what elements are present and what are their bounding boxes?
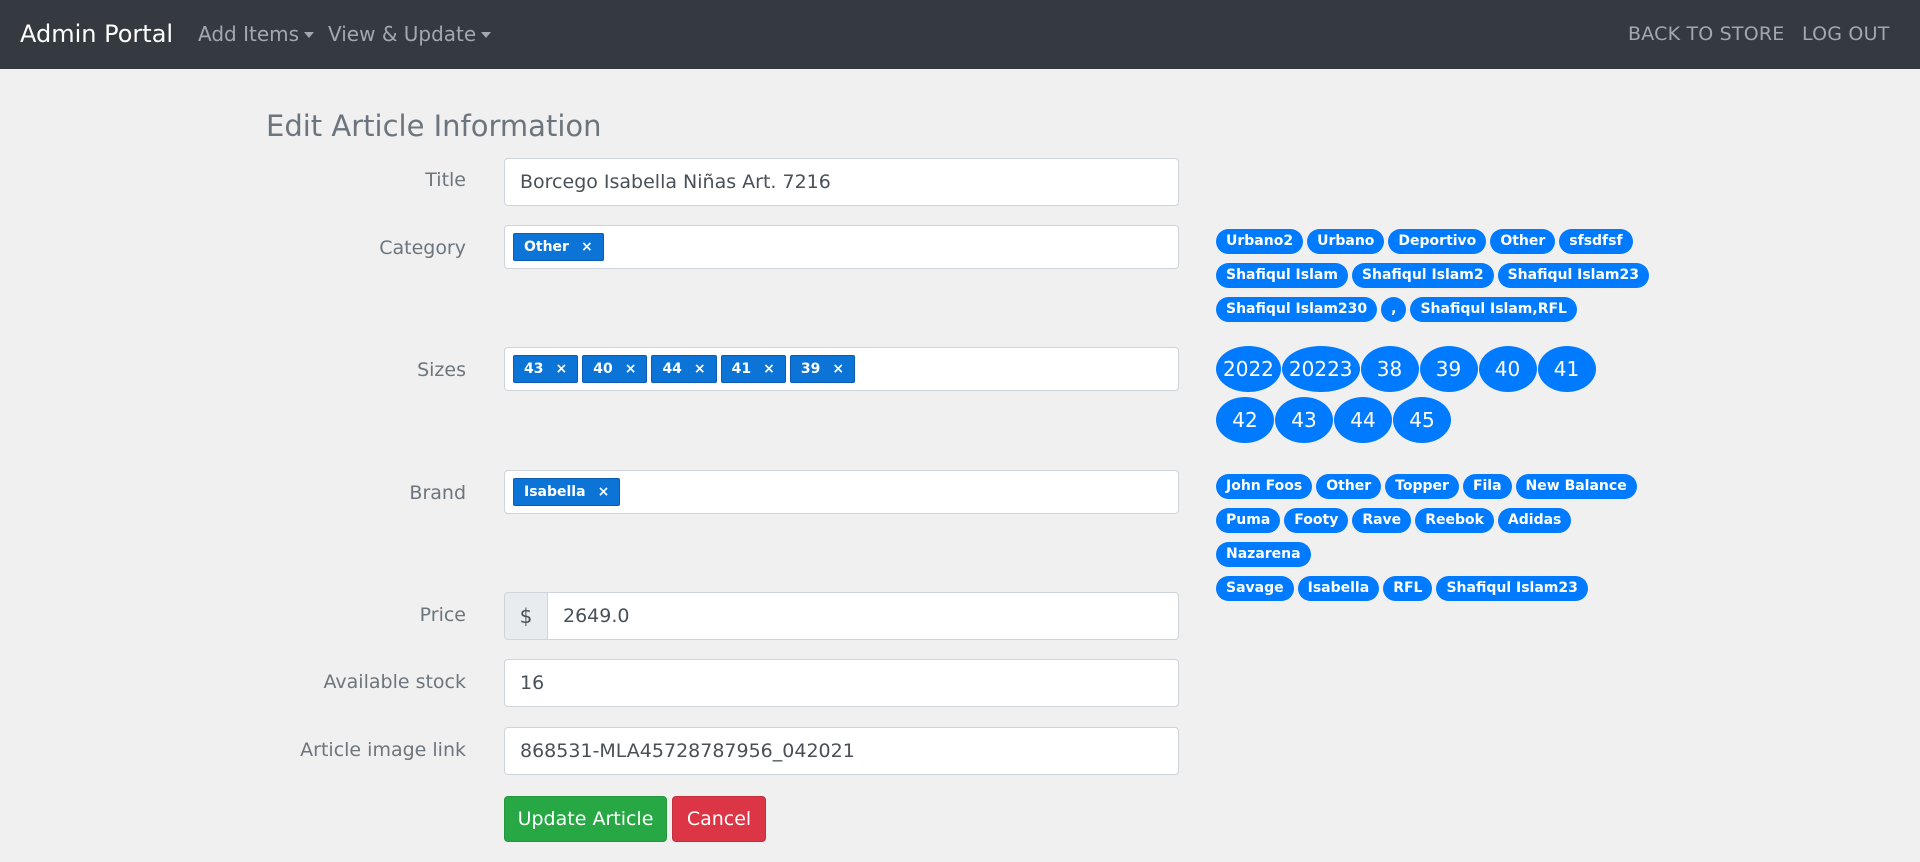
- category-pill[interactable]: Shafiqul Islam2: [1351, 263, 1494, 288]
- size-chip: 41 ×: [720, 355, 786, 383]
- brand-pill[interactable]: Reebok: [1415, 508, 1494, 533]
- stock-input[interactable]: 16: [504, 659, 1179, 707]
- caret-down-icon: [304, 32, 315, 38]
- size-option[interactable]: 38: [1360, 346, 1419, 392]
- remove-icon[interactable]: ×: [581, 234, 593, 260]
- image-link-input[interactable]: 868531-MLA45728787956_042021: [504, 727, 1179, 775]
- size-chip: 43 ×: [513, 355, 579, 383]
- navbar: Admin Portal Add Items View & Update BAC…: [0, 0, 1920, 69]
- brand-pill[interactable]: Savage: [1216, 576, 1294, 601]
- view-update-menu[interactable]: View & Update: [328, 22, 492, 46]
- chip-label: 44: [662, 361, 682, 377]
- brand-pill[interactable]: Shafiqul Islam23: [1436, 576, 1588, 601]
- category-pill[interactable]: Other: [1490, 229, 1556, 254]
- remove-icon[interactable]: ×: [763, 356, 775, 382]
- add-items-label: Add Items: [198, 22, 300, 46]
- size-option[interactable]: 43: [1275, 397, 1333, 443]
- price-input[interactable]: 2649.0: [547, 592, 1179, 640]
- caret-down-icon: [481, 32, 492, 38]
- brand-pill[interactable]: Fila: [1462, 474, 1512, 499]
- category-chip: Other ×: [513, 233, 604, 261]
- brand-pill[interactable]: RFL: [1383, 576, 1433, 601]
- brand-pill[interactable]: Adidas: [1497, 508, 1572, 533]
- brand-pill[interactable]: Footy: [1284, 508, 1349, 533]
- remove-icon[interactable]: ×: [832, 356, 844, 382]
- size-suggestions: 2022 20223 38 39 40 41 42 43 44 45: [1216, 346, 1656, 448]
- brand-pill[interactable]: Isabella: [1297, 576, 1380, 601]
- chip-label: Other: [524, 239, 569, 255]
- price-label: Price: [419, 604, 466, 626]
- back-to-store-link[interactable]: BACK TO STORE: [1628, 22, 1785, 46]
- category-suggestions: Urbano2 Urbano Deportivo Other sfsdfsf Shafi…: [1216, 229, 1656, 331]
- brand-tag-input[interactable]: Isabella ×: [504, 470, 1179, 514]
- category-pill[interactable]: sfsdfsf: [1559, 229, 1633, 254]
- category-pill[interactable]: Deportivo: [1388, 229, 1487, 254]
- remove-icon[interactable]: ×: [555, 356, 567, 382]
- category-pill[interactable]: Shafiqul Islam230: [1216, 297, 1378, 322]
- remove-icon[interactable]: ×: [598, 479, 610, 505]
- size-option[interactable]: 44: [1334, 397, 1392, 443]
- category-pill[interactable]: Shafiqul Islam: [1216, 263, 1348, 288]
- brand-pill[interactable]: Other: [1316, 474, 1382, 499]
- category-pill[interactable]: Shafiqul Islam23: [1497, 263, 1649, 288]
- brand-pill[interactable]: New Balance: [1515, 474, 1637, 499]
- brand-suggestions: John Foos Other Topper Fila New Balance Puma…: [1216, 474, 1656, 610]
- remove-icon[interactable]: ×: [625, 356, 637, 382]
- brand-pill[interactable]: John Foos: [1216, 474, 1313, 499]
- chip-label: Isabella: [524, 484, 586, 500]
- chip-label: 41: [731, 361, 752, 377]
- sizes-label: Sizes: [417, 359, 466, 381]
- size-option[interactable]: 39: [1419, 346, 1478, 392]
- title-label: Title: [425, 169, 466, 191]
- size-option[interactable]: 20223: [1281, 346, 1360, 392]
- add-items-menu[interactable]: Add Items: [198, 22, 315, 46]
- chip-label: 43: [524, 361, 544, 377]
- size-chip: 40 ×: [582, 355, 648, 383]
- size-option[interactable]: 2022: [1216, 346, 1281, 392]
- log-out-link[interactable]: LOG OUT: [1802, 22, 1890, 46]
- size-option[interactable]: 42: [1216, 397, 1274, 443]
- size-chip: 44 ×: [651, 355, 717, 383]
- chip-label: 39: [800, 361, 821, 377]
- view-update-label: View & Update: [328, 22, 477, 46]
- brand-pill[interactable]: Puma: [1216, 508, 1281, 533]
- brand-chip: Isabella ×: [513, 478, 621, 506]
- page-title: Edit Article Information: [266, 109, 602, 143]
- title-input[interactable]: Borcego Isabella Niñas Art. 7216: [504, 158, 1179, 206]
- dollar-prefix: $: [504, 592, 548, 640]
- category-pill[interactable]: Shafiqul Islam,RFL: [1410, 297, 1577, 322]
- brand-label: Brand: [409, 482, 466, 504]
- remove-icon[interactable]: ×: [694, 356, 706, 382]
- stock-label: Available stock: [323, 671, 466, 693]
- category-label: Category: [379, 237, 466, 259]
- brand-title[interactable]: Admin Portal: [20, 18, 173, 50]
- update-article-button[interactable]: Update Article: [504, 796, 667, 842]
- sizes-tag-input[interactable]: 43 × 40 × 44 × 41 × 39 ×: [504, 347, 1179, 391]
- category-pill[interactable]: Urbano: [1307, 229, 1385, 254]
- brand-pill[interactable]: Nazarena: [1216, 542, 1311, 567]
- image-link-label: Article image link: [300, 739, 466, 761]
- size-option[interactable]: 40: [1478, 346, 1537, 392]
- brand-pill[interactable]: Topper: [1385, 474, 1459, 499]
- cancel-button[interactable]: Cancel: [672, 796, 766, 842]
- brand-pill[interactable]: Rave: [1352, 508, 1412, 533]
- size-option[interactable]: 41: [1537, 346, 1596, 392]
- size-chip: 39 ×: [789, 355, 856, 383]
- chip-label: 40: [593, 361, 613, 377]
- size-option[interactable]: 45: [1393, 397, 1451, 443]
- category-pill[interactable]: Urbano2: [1216, 229, 1304, 254]
- category-tag-input[interactable]: Other ×: [504, 225, 1179, 269]
- category-pill[interactable]: ,: [1381, 297, 1407, 322]
